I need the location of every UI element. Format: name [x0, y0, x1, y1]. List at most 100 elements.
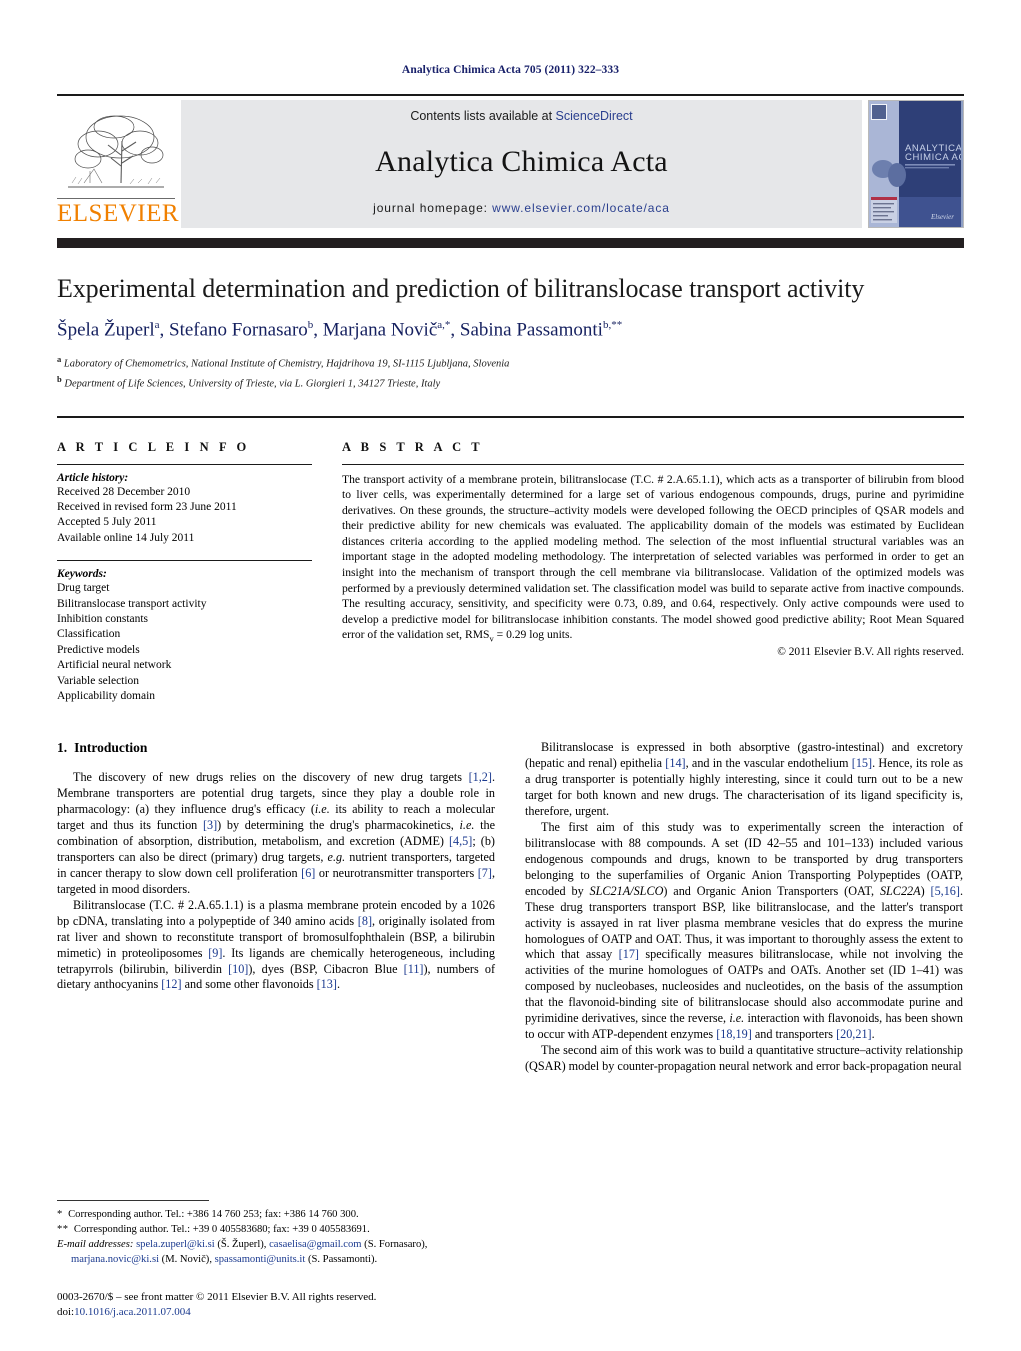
doi-link[interactable]: 10.1016/j.aca.2011.07.004: [74, 1306, 191, 1318]
keywords-divider: [57, 560, 312, 562]
masthead-bottom-rule: [57, 238, 964, 248]
body-paragraph: The first aim of this study was to exper…: [525, 820, 964, 1042]
latin-abbrev: e.g.: [327, 850, 346, 865]
article-history-item: Accepted 5 July 2011: [57, 516, 157, 529]
latin-abbrev: i.e.: [459, 818, 475, 833]
abstract-label: A B S T R A C T: [342, 439, 484, 454]
latin-abbrev: i.e.: [314, 802, 330, 817]
article-info-column: A R T I C L E I N F O Article history: R…: [57, 440, 312, 705]
citation-ref[interactable]: [7]: [478, 866, 492, 880]
article-history-item: Received 28 December 2010: [57, 485, 191, 498]
citation-ref[interactable]: [4,5]: [449, 834, 472, 848]
body-columns: 1. Introduction The discovery of new drug…: [57, 740, 964, 1318]
citation-ref[interactable]: [9]: [208, 946, 222, 960]
elsevier-tree-icon: [64, 111, 168, 197]
citation-ref[interactable]: [8]: [358, 914, 372, 928]
keyword-item: Variable selection: [57, 674, 140, 687]
affiliation-a: a Laboratory of Chemometrics, National I…: [57, 354, 510, 370]
running-head: Analytica Chimica Acta 705 (2011) 322–33…: [401, 64, 620, 76]
homepage-prefix: journal homepage:: [373, 201, 493, 215]
article-history-item: Available online 14 July 2011: [57, 531, 195, 544]
abstract-column: A B S T R A C T The transport activity o…: [342, 440, 964, 705]
left-paragraphs: The discovery of new drugs relies on the…: [57, 770, 495, 993]
keyword-item: Drug target: [57, 582, 110, 595]
keyword-item: Artificial neural network: [57, 659, 172, 672]
citation-ref[interactable]: [3]: [203, 818, 217, 832]
email-link[interactable]: casaelisa@gmail.com: [269, 1239, 361, 1250]
article-history-heading: Article history:: [57, 471, 129, 484]
body-column-right: Bilitranslocase is expressed in both abs…: [525, 740, 963, 1074]
body-paragraph: Bilitranslocase (T.C. # 2.A.65.1.1) is a…: [57, 897, 496, 992]
section-heading-introduction: 1. Introduction: [57, 740, 495, 756]
footnote-emails: E-mail addresses: spela.zuperl@ki.si (Š.…: [57, 1239, 428, 1265]
keywords-heading: Keywords:: [57, 568, 107, 581]
abstract-divider: [342, 463, 964, 465]
citation-ref[interactable]: [1,2]: [469, 770, 492, 784]
citation-ref[interactable]: [15]: [852, 756, 872, 770]
abstract-text: The transport activity of a membrane pro…: [342, 472, 964, 644]
journal-masthead: ELSEVIER Contents lists available at Sci…: [57, 94, 964, 228]
article-info-divider: [57, 463, 312, 465]
issn-line: 0003-2670/$ – see front matter © 2011 El…: [57, 1290, 377, 1303]
svg-text:Elsevier: Elsevier: [930, 213, 954, 221]
body-paragraph: Bilitranslocase is expressed in both abs…: [525, 740, 963, 819]
abstract-copyright: © 2011 Elsevier B.V. All rights reserved…: [777, 646, 964, 659]
keywords-list: Drug target Bilitranslocase transport act…: [57, 581, 312, 704]
citation-ref[interactable]: [13]: [317, 977, 337, 991]
citation-ref[interactable]: [17]: [619, 947, 639, 961]
paper-page: Analytica Chimica Acta 705 (2011) 322–33…: [0, 0, 1021, 1351]
affiliation-b: b Department of Life Sciences, Universit…: [57, 373, 441, 390]
doi-line: doi:10.1016/j.aca.2011.07.004: [57, 1306, 191, 1319]
journal-title: Analytica Chimica Acta: [375, 145, 668, 178]
keyword-item: Predictive models: [57, 643, 140, 656]
sciencedirect-link[interactable]: ScienceDirect: [556, 109, 633, 123]
keyword-item: Bilitranslocase transport activity: [57, 597, 207, 610]
svg-text:CHIMICA ACTA: CHIMICA ACTA: [905, 152, 961, 163]
body-paragraph: The second aim of this work was to build…: [525, 1042, 963, 1073]
info-abstract-region: A R T I C L E I N F O Article history: R…: [57, 415, 964, 705]
footnote-rule: [57, 1200, 209, 1202]
journal-cover-thumbnail: ANALYTICA CHIMICA ACTA Elsevier: [868, 100, 964, 228]
footnote-marker-single: *: [57, 1209, 63, 1221]
footnotes-block: * Corresponding author. Tel.: +386 14 76…: [57, 1200, 495, 1320]
journal-homepage-line: journal homepage: www.elsevier.com/locat…: [373, 201, 670, 215]
email-link[interactable]: spassamonti@units.it: [215, 1254, 306, 1265]
issn-copyright-block: 0003-2670/$ – see front matter © 2011 El…: [57, 1290, 495, 1321]
title-block: Experimental determination and predictio…: [57, 248, 964, 392]
article-history-list: Received 28 December 2010 Received in rev…: [57, 485, 312, 547]
elsevier-logo: ELSEVIER: [57, 100, 180, 228]
latin-abbrev: i.e.: [729, 1011, 745, 1026]
footnote-corresponding-2: ** Corresponding author. Tel.: +39 0 405…: [57, 1224, 370, 1236]
footnote-marker-double: **: [57, 1224, 69, 1236]
citation-ref[interactable]: [20,21]: [836, 1027, 872, 1041]
elsevier-wordmark: ELSEVIER: [57, 198, 180, 227]
body-paragraph: The discovery of new drugs relies on the…: [57, 770, 496, 896]
citation-ref[interactable]: [18,19]: [716, 1027, 752, 1041]
gene-name: SLC21A/SLCO: [589, 883, 664, 898]
keyword-item: Classification: [57, 628, 121, 641]
citation-ref[interactable]: [5,16]: [931, 884, 960, 898]
journal-band: Contents lists available at ScienceDirec…: [181, 100, 862, 228]
journal-homepage-link[interactable]: www.elsevier.com/locate/aca: [492, 201, 670, 215]
email-link[interactable]: spela.zuperl@ki.si: [136, 1239, 215, 1250]
article-info-label: A R T I C L E I N F O: [57, 439, 250, 454]
contents-list-line: Contents lists available at ScienceDirec…: [410, 109, 632, 123]
citation-ref[interactable]: [10]: [228, 962, 248, 976]
citation-ref[interactable]: [6]: [301, 866, 315, 880]
article-history-item: Received in revised form 23 June 2011: [57, 500, 237, 513]
keyword-item: Applicability domain: [57, 690, 156, 703]
gene-name: SLC22A: [879, 883, 921, 898]
citation-ref[interactable]: [14]: [665, 756, 685, 770]
footnote-corresponding-1: * Corresponding author. Tel.: +386 14 76…: [57, 1209, 359, 1221]
section-number: 1.: [57, 740, 68, 756]
author-list: Špela Župerla, Stefano Fornasarob, Marja…: [57, 319, 623, 341]
citation-ref[interactable]: [12]: [161, 977, 181, 991]
keyword-item: Inhibition constants: [57, 613, 149, 626]
email-link[interactable]: marjana.novic@ki.si: [71, 1254, 159, 1265]
right-paragraphs: Bilitranslocase is expressed in both abs…: [525, 740, 963, 1074]
page-title: Experimental determination and predictio…: [57, 274, 865, 303]
section-title: Introduction: [74, 740, 148, 756]
contents-prefix: Contents lists available at: [410, 109, 556, 123]
email-heading: E-mail addresses:: [57, 1239, 134, 1251]
citation-ref[interactable]: [11]: [404, 962, 424, 976]
